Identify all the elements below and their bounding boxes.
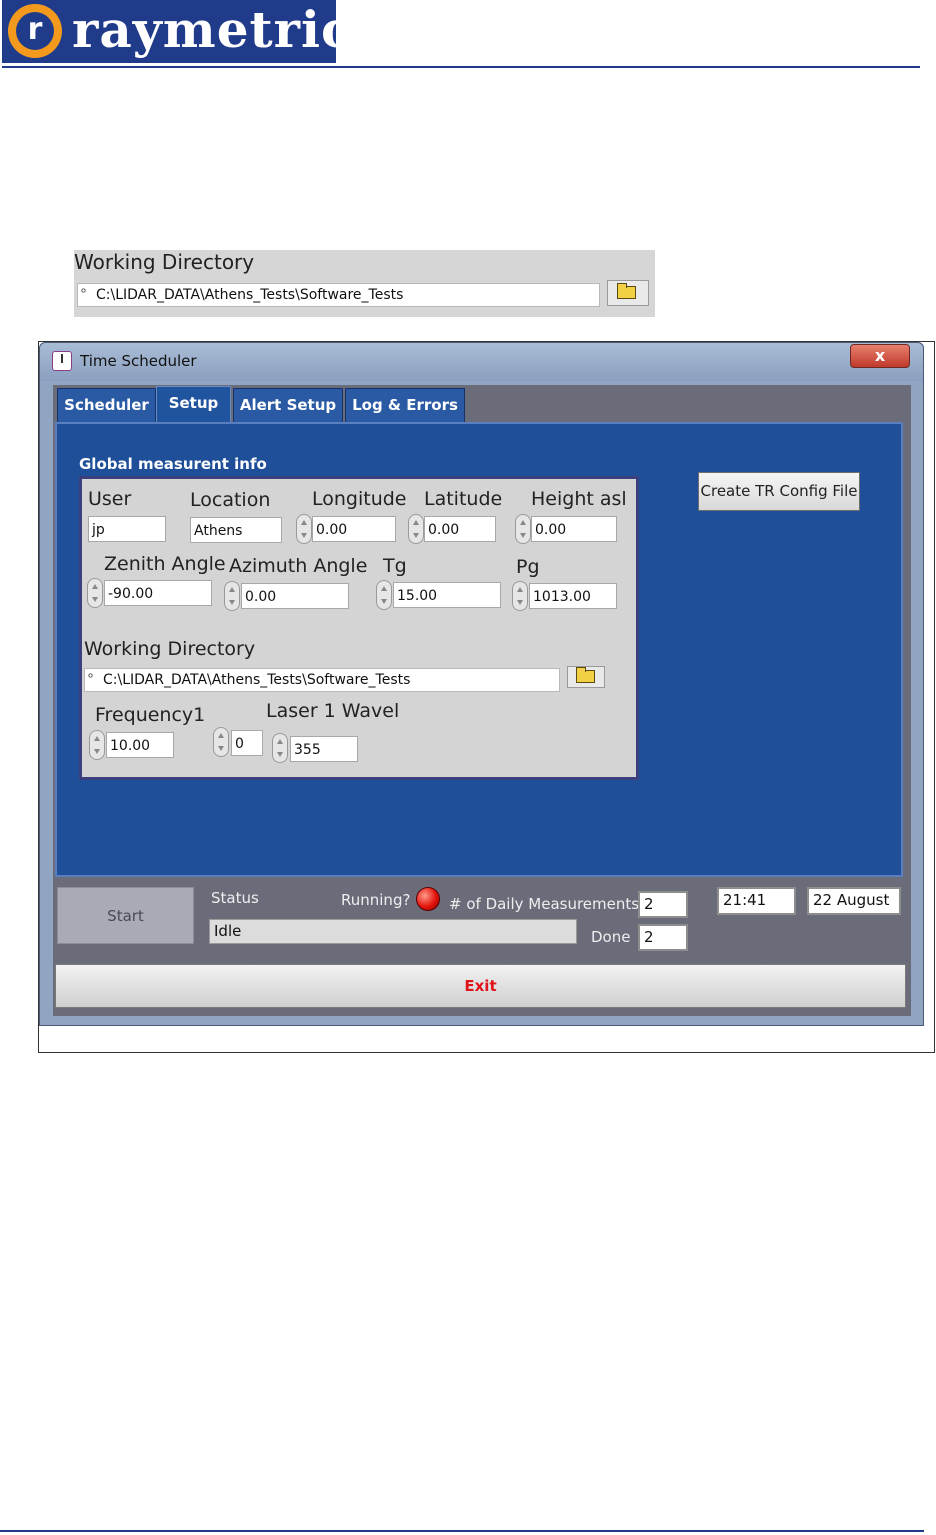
- done-value: 2: [638, 924, 688, 951]
- start-button[interactable]: Start: [57, 887, 194, 944]
- browse-folder-button[interactable]: [607, 280, 649, 306]
- azimuth-angle-field[interactable]: 0.00: [241, 583, 349, 609]
- logo-brand-text: raymetrics: [72, 0, 382, 59]
- close-button[interactable]: x: [850, 344, 910, 368]
- path-icon: ᵒ: [81, 286, 87, 301]
- panel-browse-folder-button[interactable]: [567, 666, 605, 688]
- global-measurement-info-title: Global measurent info: [79, 455, 267, 473]
- status-label: Status: [211, 889, 259, 907]
- laser-index-field[interactable]: 0: [231, 730, 263, 756]
- working-directory-snippet: Working Directory ᵒ C:\LIDAR_DATA\Athens…: [74, 250, 655, 317]
- frequency-spinner[interactable]: [89, 730, 105, 760]
- tg-spinner[interactable]: [376, 580, 392, 610]
- panel-working-directory-field[interactable]: ᵒ C:\LIDAR_DATA\Athens_Tests\Software_Te…: [84, 668, 560, 692]
- raymetrics-logo: r raymetrics: [2, 0, 381, 63]
- time-display: 21:41: [717, 887, 796, 915]
- longitude-spinner[interactable]: [296, 514, 312, 544]
- frequency-label: Frequency1: [95, 704, 206, 726]
- height-asl-spinner[interactable]: [515, 514, 531, 544]
- tg-field[interactable]: 15.00: [393, 582, 501, 608]
- done-label: Done: [591, 928, 631, 946]
- zenith-angle-field[interactable]: -90.00: [104, 580, 212, 606]
- laser-wavelength-field[interactable]: 355: [290, 736, 358, 762]
- footer-divider: [0, 1530, 924, 1532]
- zenith-angle-label: Zenith Angle: [104, 553, 226, 575]
- logo-mark-icon: r: [8, 4, 62, 58]
- tab-setup[interactable]: Setup: [156, 386, 231, 424]
- laser-wavelength-label: Laser 1 Wavel: [266, 700, 400, 722]
- azimuth-angle-spinner[interactable]: [224, 581, 240, 611]
- logo-letter: r: [16, 12, 54, 50]
- latitude-spinner[interactable]: [408, 514, 424, 544]
- working-directory-path-field[interactable]: ᵒ C:\LIDAR_DATA\Athens_Tests\Software_Te…: [77, 283, 600, 307]
- tab-alert-setup[interactable]: Alert Setup: [233, 388, 343, 422]
- pg-spinner[interactable]: [512, 581, 528, 611]
- latitude-label: Latitude: [424, 488, 503, 510]
- working-directory-path-value: C:\LIDAR_DATA\Athens_Tests\Software_Test…: [96, 287, 404, 303]
- frequency-field[interactable]: 10.00: [106, 732, 174, 758]
- folder-icon: [576, 667, 595, 683]
- zenith-angle-spinner[interactable]: [87, 578, 103, 608]
- tab-scheduler[interactable]: Scheduler: [57, 388, 156, 422]
- laser-wavelength-spinner[interactable]: [272, 733, 288, 763]
- panel-working-directory-value: C:\LIDAR_DATA\Athens_Tests\Software_Test…: [103, 672, 411, 688]
- create-tr-config-file-button[interactable]: Create TR Config File: [698, 472, 860, 511]
- working-directory-label: Working Directory: [74, 250, 255, 274]
- running-indicator-led: [416, 887, 440, 911]
- daily-measurements-value: 2: [638, 891, 688, 918]
- longitude-field[interactable]: 0.00: [312, 516, 396, 542]
- header-divider: [2, 66, 920, 68]
- laser-index-spinner[interactable]: [213, 727, 229, 757]
- panel-working-directory-label: Working Directory: [84, 638, 256, 660]
- longitude-label: Longitude: [312, 488, 407, 510]
- pg-label: Pg: [516, 556, 540, 578]
- exit-button[interactable]: Exit: [55, 964, 906, 1008]
- location-field[interactable]: Athens: [190, 517, 282, 543]
- height-asl-label: Height asl: [531, 488, 627, 510]
- status-value: Idle: [209, 919, 577, 944]
- path-icon: ᵒ: [88, 671, 94, 686]
- pg-field[interactable]: 1013.00: [529, 583, 617, 609]
- window-title: Time Scheduler: [80, 352, 197, 370]
- daily-measurements-label: # of Daily Measurements: [449, 895, 640, 913]
- tg-label: Tg: [383, 555, 407, 577]
- azimuth-angle-label: Azimuth Angle: [229, 555, 368, 577]
- date-display: 22 August: [807, 887, 901, 915]
- user-field[interactable]: jp: [88, 516, 166, 542]
- app-clock-icon: [52, 351, 72, 371]
- tab-log-errors[interactable]: Log & Errors: [345, 388, 465, 422]
- height-asl-field[interactable]: 0.00: [531, 516, 617, 542]
- latitude-field[interactable]: 0.00: [424, 516, 496, 542]
- title-bar[interactable]: Time Scheduler x: [40, 343, 923, 381]
- running-label: Running?: [341, 891, 411, 909]
- folder-icon: [617, 283, 636, 299]
- user-label: User: [88, 488, 132, 510]
- location-label: Location: [190, 489, 271, 511]
